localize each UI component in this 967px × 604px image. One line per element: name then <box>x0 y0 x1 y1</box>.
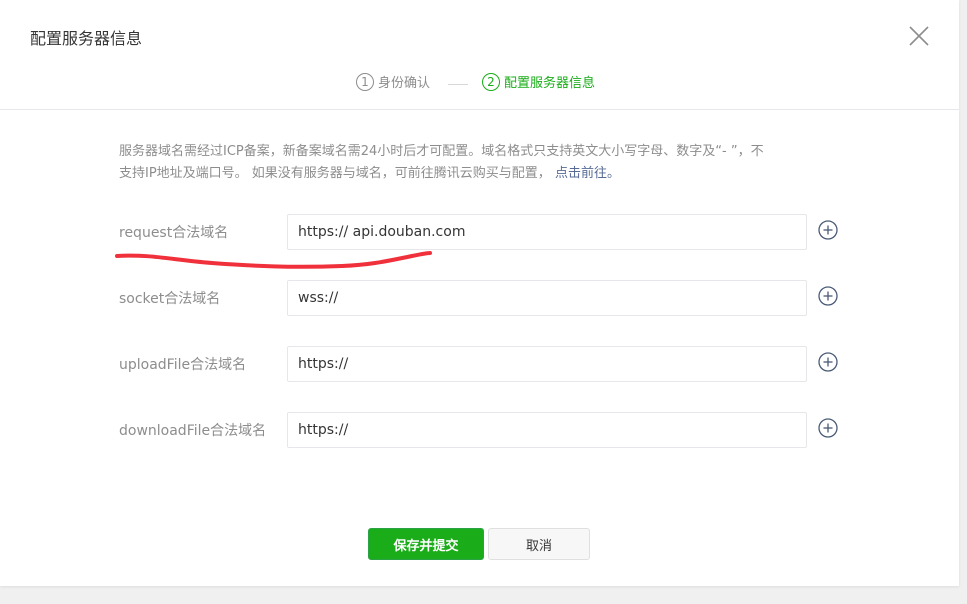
header-divider <box>0 109 959 110</box>
close-icon <box>909 26 929 46</box>
step-indicator: 1 身份确认 2 配置服务器信息 <box>0 72 959 98</box>
plus-circle-icon <box>818 220 838 240</box>
add-socket-domain-button[interactable] <box>818 286 838 306</box>
dialog-title: 配置服务器信息 <box>30 29 143 48</box>
step-number: 2 <box>482 72 500 91</box>
downloadfile-domain-label: downloadFile合法域名 <box>119 423 267 439</box>
step-label: 身份确认 <box>378 76 431 91</box>
step-number: 1 <box>356 72 374 91</box>
add-request-domain-button[interactable] <box>818 220 838 240</box>
form-row-uploadfile: uploadFile合法域名 <box>0 346 959 382</box>
add-downloadfile-domain-button[interactable] <box>818 418 838 438</box>
cancel-button[interactable]: 取消 <box>488 528 590 560</box>
step-identity: 1 身份确认 <box>356 72 430 91</box>
form-row-downloadfile: downloadFile合法域名 <box>0 412 959 448</box>
uploadfile-domain-input[interactable] <box>287 346 807 382</box>
notice-text: 支持IP地址及端口号。 如果没有服务器与域名，可前往腾讯云购买与配置， <box>119 166 551 181</box>
step-config-server: 2 配置服务器信息 <box>482 72 595 91</box>
uploadfile-domain-label: uploadFile合法域名 <box>119 357 247 373</box>
downloadfile-domain-input[interactable] <box>287 412 807 448</box>
step-separator <box>448 84 468 85</box>
plus-circle-icon <box>818 286 838 306</box>
request-domain-input[interactable] <box>287 214 807 250</box>
form-row-socket: socket合法域名 <box>0 280 959 316</box>
config-server-dialog: 配置服务器信息 1 身份确认 2 配置服务器信息 服务器域名需经过ICP备案，新… <box>0 0 959 586</box>
socket-domain-input[interactable] <box>287 280 807 316</box>
plus-circle-icon <box>818 352 838 372</box>
close-button[interactable] <box>907 24 931 48</box>
domain-notice: 服务器域名需经过ICP备案，新备案域名需24小时后才可配置。域名格式只支持英文大… <box>119 141 839 185</box>
request-domain-label: request合法域名 <box>119 225 229 241</box>
notice-text: 服务器域名需经过ICP备案，新备案域名需24小时后才可配置。域名格式只支持英文大… <box>119 144 764 159</box>
socket-domain-label: socket合法域名 <box>119 291 221 307</box>
red-underline-annotation <box>115 251 432 269</box>
step-label: 配置服务器信息 <box>504 76 596 91</box>
save-submit-button[interactable]: 保存并提交 <box>368 528 484 560</box>
form-row-request: request合法域名 <box>0 214 959 250</box>
plus-circle-icon <box>818 418 838 438</box>
goto-tencent-cloud-link[interactable]: 点击前往。 <box>555 166 620 181</box>
add-uploadfile-domain-button[interactable] <box>818 352 838 372</box>
